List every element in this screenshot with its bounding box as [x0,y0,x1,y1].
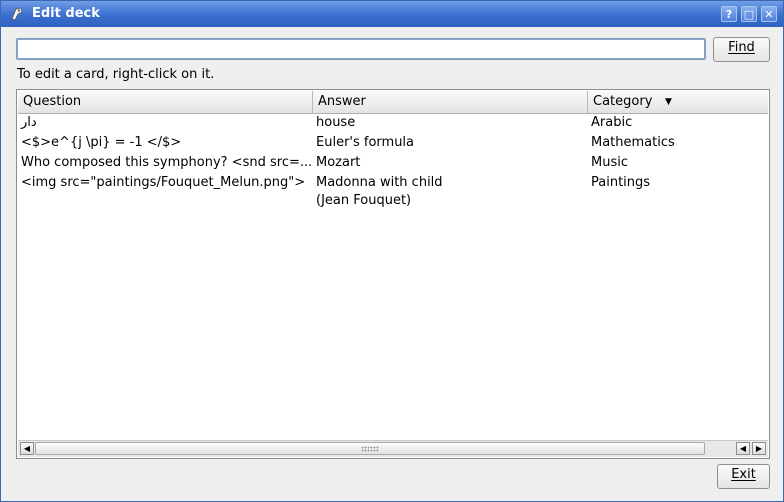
exit-button[interactable]: Exit [717,464,770,489]
answer-cell: Madonna with child (Jean Fouquet) [316,175,443,208]
scroll-right-icon[interactable]: ▶ [752,442,766,455]
maximize-icon[interactable]: □ [741,6,757,22]
column-header-question[interactable]: Question [18,91,313,113]
edit-deck-window: Edit deck ? □ ✕ Find To edit a card, rig… [0,0,784,502]
title-bar[interactable]: Edit deck ? □ ✕ [1,1,783,27]
scrollbar-grip [361,446,379,452]
horizontal-scrollbar[interactable]: ◀ ◀ ▶ [18,440,768,457]
help-icon[interactable]: ? [721,6,737,22]
category-cell: Mathematics [591,135,675,150]
find-button[interactable]: Find [713,37,770,62]
question-cell: Who composed this symphony? <snd src=... [21,155,313,170]
answer-cell: Euler's formula [316,135,415,150]
scrollbar-thumb[interactable] [35,442,705,455]
exit-button-label: Exit [731,467,756,482]
question-cell: دار [21,115,37,130]
answer-cell: Mozart [316,155,361,170]
sort-down-icon: ▼ [665,97,672,107]
column-header-answer[interactable]: Answer [313,91,588,113]
column-header-category-label: Category [593,94,653,109]
category-cell: Arabic [591,115,633,130]
scroll-left-icon[interactable]: ◀ [736,442,750,455]
question-cell: <img src="paintings/Fouquet_Melun.png"> [21,175,306,190]
answer-cell: house [316,115,356,130]
category-cell: Music [591,155,628,170]
close-icon[interactable]: ✕ [761,6,777,22]
edit-hint: To edit a card, right-click on it. [17,67,215,82]
category-cell: Paintings [591,175,651,190]
question-cell: <$>e^{j \pi} = -1 </$> [21,135,182,150]
column-header-category[interactable]: Category ▼ [588,91,768,113]
app-icon [11,7,23,21]
scroll-left-icon[interactable]: ◀ [20,442,34,455]
find-button-label: Find [728,40,755,55]
table-header: Question Answer Category ▼ [18,91,768,114]
window-title: Edit deck [32,6,100,21]
cards-table[interactable]: Question Answer Category ▼ دار house Ara… [16,89,770,459]
search-input[interactable] [16,38,706,60]
